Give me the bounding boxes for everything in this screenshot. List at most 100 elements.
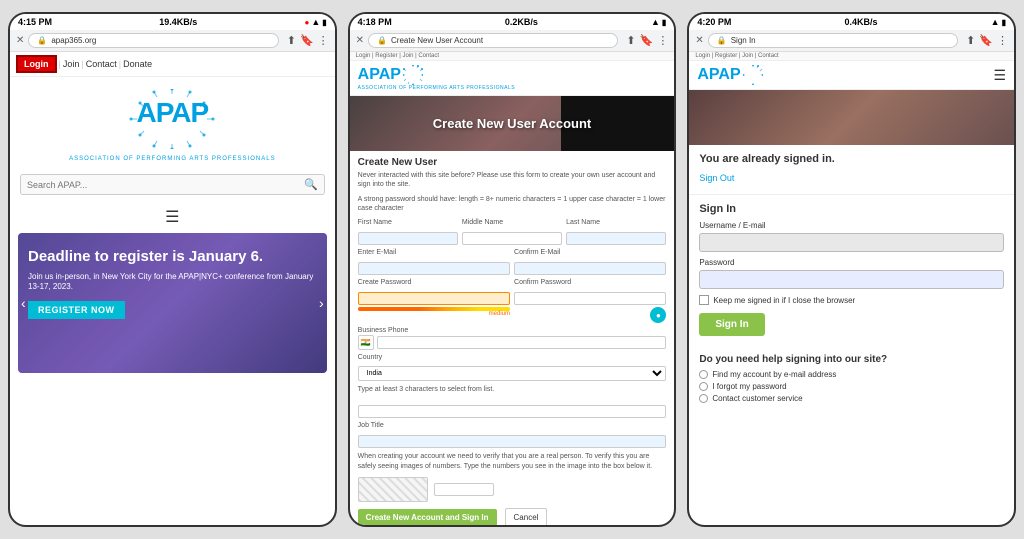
help-label-3: Contact customer service <box>712 394 802 403</box>
more-icon-2[interactable]: ⋮ <box>657 34 668 47</box>
wifi-icon-2: ▲ <box>651 17 660 27</box>
last-name-input[interactable] <box>566 232 666 245</box>
cancel-button[interactable]: Cancel <box>505 508 548 525</box>
wifi-icon-3: ▲ <box>991 17 1000 27</box>
country-select[interactable]: India <box>358 366 667 381</box>
share-icon[interactable]: ⬆ <box>287 34 296 47</box>
bookmark-icon-2[interactable]: 🔖 <box>640 34 654 47</box>
search-icon[interactable]: 🔍 <box>304 178 318 191</box>
lock-icon-3: 🔒 <box>717 36 727 45</box>
password-field: Create Password medium <box>358 279 510 323</box>
logo-text-overlay: APAP <box>122 99 222 127</box>
help-label-1: Find my account by e-mail address <box>712 370 836 379</box>
search-bar-1[interactable]: 🔍 <box>20 174 325 195</box>
share-icon-2[interactable]: ⬆ <box>626 34 635 47</box>
page-content-2: APAP <box>350 61 675 525</box>
promo-content: Deadline to register is January 6. Join … <box>28 249 317 319</box>
logo-text-2: APAP <box>358 66 401 84</box>
bookmark-icon-3[interactable]: 🔖 <box>979 34 993 47</box>
middle-name-input[interactable] <box>462 232 562 245</box>
hero-title-2: Create New User Account <box>423 106 601 141</box>
close-tab-icon-3[interactable]: ✕ <box>695 35 703 46</box>
register-now-button[interactable]: REGISTER NOW <box>28 301 125 319</box>
password-input[interactable] <box>358 292 510 305</box>
radio-contact-service[interactable] <box>699 394 708 403</box>
browser-url-row-2: ✕ 🔒 Create New User Account ⬆ 🔖 ⋮ <box>356 33 669 48</box>
captcha-input[interactable] <box>434 483 494 496</box>
confirm-email-field: Confirm E-Mail <box>514 249 666 275</box>
more-icon[interactable]: ⋮ <box>318 34 329 47</box>
email-field: Enter E-Mail <box>358 249 510 275</box>
confirm-email-label: Confirm E-Mail <box>514 249 666 256</box>
signin-hero: Sign In <box>689 90 1014 145</box>
battery-icon-2: ▮ <box>662 18 666 27</box>
logo-area-1: APAP ASSOCIATION OF PERFORMING ARTS PROF… <box>10 77 335 168</box>
help-section: Do you need help signing into our site? … <box>689 354 1014 414</box>
share-icon-3[interactable]: ⬆ <box>966 34 975 47</box>
username-input[interactable] <box>699 233 1004 252</box>
phone-input[interactable] <box>377 336 667 349</box>
signin-password-input[interactable] <box>699 270 1004 289</box>
promo-subtext: Join us in-person, in New York City for … <box>28 272 317 293</box>
hamburger-menu[interactable]: ☰ <box>10 201 335 233</box>
flag-select[interactable]: 🇮🇳 <box>358 335 374 350</box>
form-description: Never interacted with this site before? … <box>358 171 667 189</box>
password-label: Create Password <box>358 279 510 286</box>
status-icons-1: ● ▲ ▮ <box>304 17 326 27</box>
confirm-email-input[interactable] <box>514 262 666 275</box>
job-title-input[interactable] <box>358 435 667 448</box>
more-icon-3[interactable]: ⋮ <box>997 34 1008 47</box>
bookmark-icon[interactable]: 🔖 <box>300 34 314 47</box>
email-input[interactable] <box>358 262 510 275</box>
radio-find-account[interactable] <box>699 370 708 379</box>
nav-donate[interactable]: Donate <box>123 59 152 69</box>
carousel-next-icon[interactable]: › <box>319 295 324 311</box>
nav-separator-1: | <box>59 59 61 69</box>
radio-forgot-password[interactable] <box>699 382 708 391</box>
close-tab-icon[interactable]: ✕ <box>16 35 24 46</box>
browser-chrome-1: ✕ 🔒 apap365.org ⬆ 🔖 ⋮ <box>10 30 335 52</box>
logo-text-3: APAP <box>697 66 740 84</box>
confirm-password-input[interactable] <box>514 292 666 305</box>
close-tab-icon-2[interactable]: ✕ <box>356 35 364 46</box>
hamburger-icon-3[interactable]: ☰ <box>993 67 1006 84</box>
carousel-prev-icon[interactable]: ‹ <box>21 295 26 311</box>
recording-dot: ● <box>304 18 309 27</box>
eye-icon[interactable]: ● <box>650 307 666 323</box>
sign-out-link[interactable]: Sign Out <box>699 173 734 183</box>
country-label: Country <box>358 354 667 361</box>
signin-form: Sign In Username / E-mail Password Keep … <box>689 195 1014 354</box>
phone-label: Business Phone <box>358 327 667 334</box>
help-option-3: Contact customer service <box>699 394 1004 403</box>
network-speed-1: 19.4KB/s <box>159 17 197 27</box>
form-section-title: Create New User <box>358 157 667 168</box>
url-bar-2[interactable]: 🔒 Create New User Account <box>368 33 618 48</box>
url-text-3: Sign In <box>731 36 949 45</box>
form-buttons: Create New Account and Sign In Cancel <box>358 508 667 525</box>
search-input-1[interactable] <box>27 180 304 190</box>
status-icons-2: ▲ ▮ <box>651 17 666 27</box>
nav-hint-3: Login | Register | Join | Contact <box>689 52 1014 61</box>
signin-button[interactable]: Sign In <box>699 313 764 336</box>
company-input[interactable] <box>358 405 667 418</box>
small-sunburst-2 <box>403 65 423 85</box>
middle-name-field: Middle Name <box>462 219 562 245</box>
keep-signed-checkbox[interactable] <box>699 295 709 305</box>
battery-icon-3: ▮ <box>1002 18 1006 27</box>
create-account-button[interactable]: Create New Account and Sign In <box>358 509 497 525</box>
nav-contact[interactable]: Contact <box>86 59 117 69</box>
captcha-row <box>358 477 667 502</box>
name-row: First Name Middle Name Last Name <box>358 219 667 245</box>
signin-form-title: Sign In <box>699 203 1004 215</box>
eye-symbol: ● <box>656 311 661 320</box>
time-3: 4:20 PM <box>697 17 731 27</box>
create-user-form: Create New User Never interacted with th… <box>350 151 675 525</box>
nav-join[interactable]: Join <box>63 59 80 69</box>
url-bar-3[interactable]: 🔒 Sign In <box>708 33 958 48</box>
url-bar-1[interactable]: 🔒 apap365.org <box>28 33 278 48</box>
first-name-input[interactable] <box>358 232 458 245</box>
login-button[interactable]: Login <box>16 55 57 73</box>
time-2: 4:18 PM <box>358 17 392 27</box>
logo-wrap-3: APAP <box>697 65 762 85</box>
wifi-icon: ▲ <box>311 17 320 27</box>
